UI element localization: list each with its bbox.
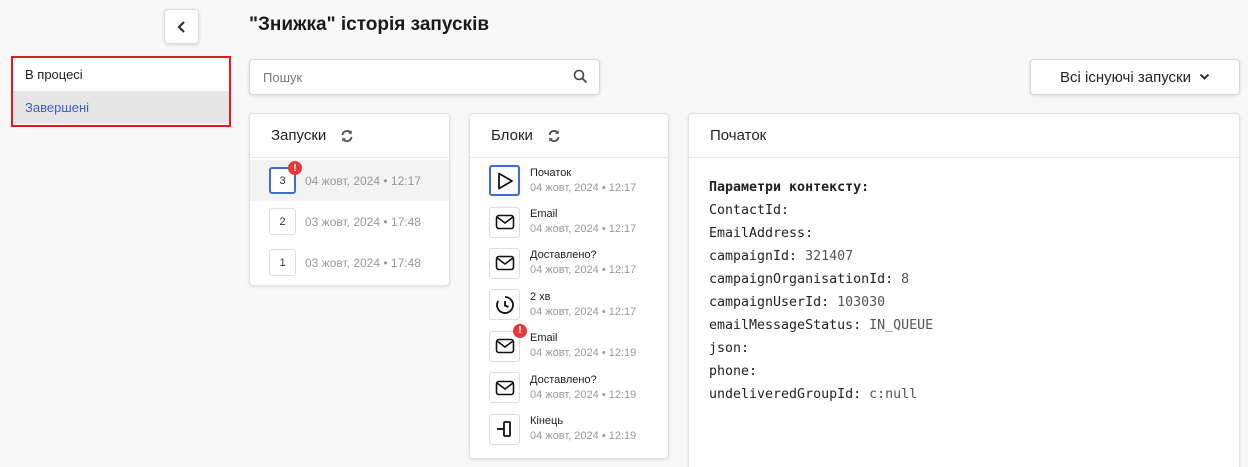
param-key: campaignOrganisationId: (709, 272, 894, 287)
chevron-down-icon (1199, 73, 1210, 80)
run-number-badge: 1 (269, 249, 296, 276)
run-number-badge: 3 ! (269, 161, 302, 194)
error-icon: ! (513, 323, 527, 338)
param-row: EmailAddress: (709, 222, 1219, 245)
run-number-badge: 2 (269, 208, 296, 235)
block-name: 2 хв (530, 290, 551, 303)
param-key: json: (709, 341, 750, 356)
error-icon: ! (288, 161, 302, 175)
param-row: emailMessageStatus: IN_QUEUE (709, 314, 1219, 337)
page-title: "Знижка" історія запусків (249, 14, 490, 35)
param-value: 8 (901, 272, 910, 287)
run-number: 2 (279, 215, 286, 228)
email-icon (489, 206, 520, 238)
run-date: 03 жовт, 2024 • 17:48 (305, 255, 421, 270)
email-icon: ! (489, 323, 527, 362)
block-item[interactable]: ! Email 04 жовт, 2024 • 12:19 (470, 323, 668, 367)
param-row: json: (709, 337, 1219, 360)
blocks-panel: Блоки Початок 04 жовт, 2024 • 12:17 Email… (469, 113, 669, 459)
block-item[interactable]: Доставлено? 04 жовт, 2024 • 12:17 (470, 243, 668, 284)
param-row: ContactId: (709, 199, 1219, 222)
end-icon (489, 413, 520, 445)
block-name: Доставлено? (530, 373, 597, 386)
param-value: 321407 (805, 249, 854, 264)
collapse-sidebar-button[interactable] (164, 9, 199, 44)
param-value: 103030 (837, 295, 886, 310)
block-name: Email (530, 208, 558, 221)
param-key: campaignId: (709, 249, 798, 264)
runs-list: 3 ! 04 жовт, 2024 • 12:17 2 03 жовт, 202… (250, 158, 449, 283)
sidebar-item-in-progress[interactable]: В процесі (13, 58, 229, 91)
run-date: 04 жовт, 2024 • 12:17 (305, 173, 421, 188)
param-key: campaignUserId: (709, 295, 830, 310)
param-key: emailMessageStatus: (709, 318, 862, 333)
block-name: Доставлено? (530, 249, 597, 262)
run-date: 03 жовт, 2024 • 17:48 (305, 214, 421, 229)
context-title: Параметри контексту: (709, 180, 870, 195)
detail-panel-header: Початок (689, 114, 1239, 158)
block-date: 04 жовт, 2024 • 12:17 (530, 305, 637, 318)
param-row: campaignId: 321407 (709, 245, 1219, 268)
sidebar-item-label: В процесі (25, 67, 83, 82)
block-item[interactable]: Кінець 04 жовт, 2024 • 12:19 (470, 408, 668, 449)
detail-panel-title: Початок (710, 127, 767, 144)
blocks-list: Початок 04 жовт, 2024 • 12:17 Email 04 жов… (470, 158, 668, 450)
block-name: Початок (530, 166, 572, 179)
timer-icon (489, 289, 520, 321)
detail-panel: Початок Параметри контексту: ContactId: … (688, 113, 1240, 467)
runs-panel: Запуски 3 ! 04 жовт, 2024 • 12:17 2 03 ж… (249, 113, 450, 286)
chevron-left-icon (176, 20, 185, 33)
run-item[interactable]: 3 ! 04 жовт, 2024 • 12:17 (250, 160, 449, 201)
run-item[interactable]: 2 03 жовт, 2024 • 17:48 (250, 201, 449, 242)
search-box (249, 59, 600, 95)
block-date: 04 жовт, 2024 • 12:19 (530, 347, 637, 360)
param-row: phone: (709, 360, 1219, 383)
blocks-panel-header: Блоки (470, 114, 668, 158)
context-params: Параметри контексту: ContactId: EmailAdd… (689, 158, 1239, 424)
param-key: undeliveredGroupId: (709, 387, 862, 402)
block-date: 04 жовт, 2024 • 12:17 (530, 181, 637, 194)
param-key: EmailAddress: (709, 226, 814, 241)
status-nav: В процесі Завершені (11, 56, 231, 127)
run-item[interactable]: 1 03 жовт, 2024 • 17:48 (250, 242, 449, 283)
block-date: 04 жовт, 2024 • 12:17 (530, 264, 637, 277)
runs-panel-title: Запуски (271, 127, 327, 144)
block-name: Email (530, 332, 558, 345)
refresh-icon[interactable] (340, 129, 354, 143)
runs-filter-dropdown[interactable]: Всі існуючі запуски (1030, 59, 1240, 95)
block-date: 04 жовт, 2024 • 12:17 (530, 223, 637, 236)
sidebar-item-completed[interactable]: Завершені (13, 91, 229, 124)
block-item[interactable]: Початок 04 жовт, 2024 • 12:17 (470, 160, 668, 201)
search-icon[interactable] (573, 69, 588, 89)
param-key: phone: (709, 364, 758, 379)
param-row: campaignOrganisationId: 8 (709, 268, 1219, 291)
block-date: 04 жовт, 2024 • 12:19 (530, 388, 637, 401)
email-icon (489, 247, 520, 279)
param-row: campaignUserId: 103030 (709, 291, 1219, 314)
block-name: Кінець (530, 415, 564, 428)
play-icon (489, 165, 520, 197)
run-number: 1 (279, 256, 286, 269)
refresh-icon[interactable] (547, 129, 561, 143)
param-row: undeliveredGroupId: c:null (709, 383, 1219, 406)
search-input[interactable] (250, 60, 550, 94)
param-value: IN_QUEUE (869, 318, 934, 333)
block-item[interactable]: Доставлено? 04 жовт, 2024 • 12:19 (470, 367, 668, 408)
run-number: 3 (279, 174, 286, 187)
sidebar-item-label: Завершені (25, 100, 90, 115)
block-date: 04 жовт, 2024 • 12:19 (530, 430, 637, 443)
param-key: ContactId: (709, 203, 790, 218)
email-icon (489, 372, 520, 404)
param-value: c:null (869, 387, 918, 402)
block-item[interactable]: 2 хв 04 жовт, 2024 • 12:17 (470, 284, 668, 325)
runs-filter-label: Всі існуючі запуски (1060, 68, 1191, 86)
blocks-panel-title: Блоки (491, 127, 533, 144)
block-item[interactable]: Email 04 жовт, 2024 • 12:17 (470, 201, 668, 242)
runs-panel-header: Запуски (250, 114, 449, 158)
